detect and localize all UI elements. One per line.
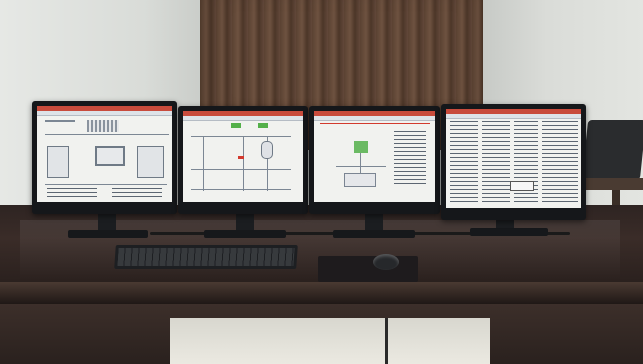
diagram-line <box>203 136 204 191</box>
diagram-line <box>191 189 291 190</box>
table-edge <box>0 282 643 304</box>
diagram-line <box>45 134 169 135</box>
monitor-3-base <box>333 230 415 238</box>
monitor-4-base <box>470 228 548 236</box>
status-indicator <box>258 123 268 128</box>
text-rows <box>394 131 426 186</box>
status-indicator <box>231 123 241 128</box>
window-menubar <box>446 114 581 119</box>
monitor-4-screen <box>446 109 581 208</box>
mouse <box>373 254 399 270</box>
monitor-3-screen <box>314 111 435 202</box>
window-menubar <box>37 111 172 116</box>
text-rows <box>47 188 97 200</box>
alarm-marker <box>238 156 244 159</box>
monitor-2 <box>178 106 308 214</box>
tank-symbol <box>261 141 273 159</box>
text-rows <box>112 188 162 200</box>
monitor-2-base <box>204 230 286 238</box>
monitor-1-base <box>68 230 148 238</box>
window-menubar <box>314 116 435 121</box>
side-chair <box>581 120 643 180</box>
keys <box>117 248 295 266</box>
highlighted-node <box>354 141 368 153</box>
mouse-pad <box>318 256 418 282</box>
diagram-block <box>137 146 164 178</box>
diagram-line <box>191 169 291 170</box>
diagram-block <box>95 146 125 166</box>
monitor-4 <box>441 104 586 220</box>
diagram-line <box>191 136 291 137</box>
monitor-1 <box>32 101 177 214</box>
text-rows <box>482 121 510 203</box>
photo-scene <box>0 0 643 364</box>
keyboard <box>114 245 298 269</box>
alarm-line <box>320 123 430 124</box>
diagram-block <box>47 146 69 178</box>
dialog-button <box>510 181 534 191</box>
diagram-block <box>344 173 376 187</box>
diagram-line <box>243 136 244 191</box>
monitor-1-screen <box>37 106 172 202</box>
pixel-grid <box>87 120 119 132</box>
diagram-line <box>336 166 386 167</box>
monitor-2-screen <box>183 111 303 202</box>
monitor-3 <box>309 106 440 214</box>
floor <box>170 318 490 364</box>
text-rows <box>542 121 578 203</box>
floor-cable <box>385 318 388 364</box>
text-rows <box>450 121 478 203</box>
window-menubar <box>183 116 303 121</box>
diagram-line <box>45 120 75 122</box>
diagram-line <box>45 184 167 185</box>
